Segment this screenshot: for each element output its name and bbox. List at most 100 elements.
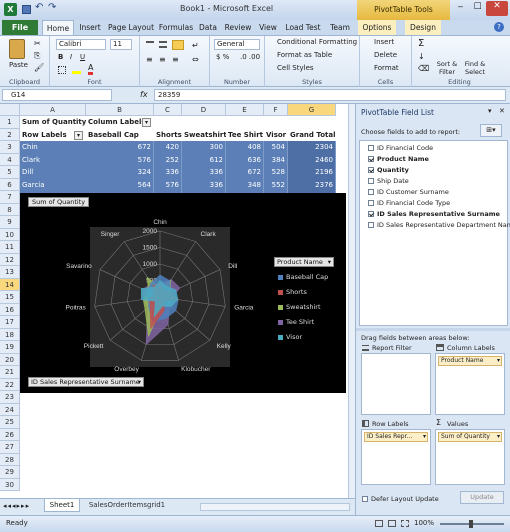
values-chip-dropdown-icon[interactable]: ▾	[497, 433, 500, 441]
row-header[interactable]: 25	[0, 416, 20, 429]
pivot-cell[interactable]: 552	[264, 178, 288, 191]
paste-icon[interactable]	[9, 39, 25, 59]
tab-view[interactable]: View	[255, 20, 281, 35]
row-header[interactable]: 24	[0, 403, 20, 416]
column-header-d[interactable]: D	[182, 104, 226, 116]
field-checkbox[interactable]	[368, 156, 374, 162]
save-icon[interactable]	[22, 5, 31, 14]
paste-button[interactable]: Paste	[9, 61, 28, 69]
row-header[interactable]: 27	[0, 441, 20, 454]
pivot-column-header[interactable]: Visor	[264, 129, 288, 142]
row-header[interactable]: 15	[0, 291, 20, 304]
align-middle-icon[interactable]	[159, 41, 167, 48]
horizontal-scrollbar[interactable]	[200, 503, 350, 511]
column-header-c[interactable]: C	[154, 104, 182, 116]
column-header-e[interactable]: E	[226, 104, 264, 116]
font-name-select[interactable]: Calibri	[56, 39, 106, 50]
row-header[interactable]: 6	[0, 178, 20, 191]
field-item[interactable]: ID Financial Code Type	[368, 199, 450, 207]
row-field-chip[interactable]: ID Sales Repr... ▾	[364, 432, 428, 442]
row-header[interactable]: 2	[0, 128, 20, 141]
select-all-corner[interactable]	[0, 104, 20, 116]
tab-review[interactable]: Review	[221, 20, 255, 35]
pivot-row-label[interactable]: Garcia	[20, 178, 86, 191]
pivot-cell[interactable]: 576	[154, 178, 182, 191]
field-checkbox[interactable]	[368, 145, 374, 151]
redo-icon[interactable]: ↷	[48, 2, 56, 13]
legend-dropdown-icon[interactable]: ▾	[328, 258, 331, 266]
chart-value-field-button[interactable]: Sum of Quantity	[28, 197, 90, 207]
tab-load-test[interactable]: Load Test	[283, 20, 323, 35]
pivot-cell[interactable]: 384	[264, 153, 288, 166]
fill-icon[interactable]: ↓	[418, 52, 425, 61]
pivot-cell[interactable]: 324	[86, 166, 154, 179]
pivot-cell[interactable]: 348	[226, 178, 264, 191]
field-checkbox[interactable]	[368, 189, 374, 195]
underline-button[interactable]: U	[80, 53, 85, 61]
axis-dropdown-icon[interactable]: ▾	[138, 378, 141, 386]
tab-nav-buttons[interactable]: ◂◂◂▸▸▸	[3, 502, 30, 510]
undo-icon[interactable]: ↶	[35, 2, 43, 13]
row-header[interactable]: 16	[0, 303, 20, 316]
field-item[interactable]: ID Sales Representative Department Name	[368, 221, 510, 229]
pivot-cell[interactable]: 336	[182, 166, 226, 179]
pivot-cell[interactable]: 252	[154, 153, 182, 166]
pivot-cell[interactable]: 612	[182, 153, 226, 166]
view-page-break-icon[interactable]	[401, 520, 409, 527]
minimize-button[interactable]: ‒	[452, 2, 469, 16]
decimal-buttons[interactable]: .0 .00	[240, 53, 260, 61]
cut-icon[interactable]: ✂	[34, 39, 41, 48]
row-header[interactable]: 29	[0, 466, 20, 479]
pivot-column-header[interactable]: Shorts	[154, 129, 182, 142]
row-header[interactable]: 14	[0, 278, 20, 291]
pivot-chart[interactable]: Sum of Quantity 200015001000500ChinClark…	[20, 193, 346, 393]
row-header[interactable]: 20	[0, 353, 20, 366]
panel-close-icon[interactable]: ✕	[499, 107, 505, 115]
pivot-cell[interactable]: 2304	[288, 141, 336, 154]
pivot-column-header[interactable]: Grand Total	[288, 129, 336, 142]
conditional-formatting-button[interactable]: Conditional Formatting	[277, 38, 357, 46]
column-labels-filter-icon[interactable]: ▾	[142, 118, 151, 127]
pivot-row-label[interactable]: Dill	[20, 166, 86, 179]
row-header[interactable]: 9	[0, 216, 20, 229]
row-header[interactable]: 4	[0, 153, 20, 166]
fx-icon[interactable]: fx	[140, 90, 148, 99]
pivot-cell[interactable]: 2376	[288, 178, 336, 191]
pivot-cell[interactable]: 564	[86, 178, 154, 191]
row-header[interactable]: 23	[0, 391, 20, 404]
number-format-select[interactable]: General	[214, 39, 260, 50]
pivot-cell[interactable]: 300	[182, 141, 226, 154]
pivot-value-label[interactable]: Sum of Quantity	[20, 116, 86, 129]
pivot-cell[interactable]: 2196	[288, 166, 336, 179]
row-header[interactable]: 11	[0, 241, 20, 254]
row-header[interactable]: 10	[0, 228, 20, 241]
tab-file[interactable]: File	[2, 20, 38, 35]
align-center-icon[interactable]: ≡	[159, 55, 166, 64]
borders-icon[interactable]	[58, 66, 66, 74]
row-header[interactable]: 21	[0, 366, 20, 379]
align-bottom-icon[interactable]	[172, 40, 184, 50]
tab-insert[interactable]: Insert	[75, 20, 105, 35]
row-header[interactable]: 18	[0, 328, 20, 341]
column-chip-dropdown-icon[interactable]: ▾	[497, 357, 500, 365]
format-painter-icon[interactable]: 🖌	[34, 63, 44, 72]
sheet-tab-sheet1[interactable]: Sheet1	[44, 499, 80, 512]
tab-design[interactable]: Design	[405, 20, 441, 35]
format-cells-button[interactable]: Format	[374, 64, 399, 72]
formula-input[interactable]: 28359	[154, 89, 506, 101]
clear-icon[interactable]: ⌫	[418, 64, 429, 73]
align-top-icon[interactable]	[146, 41, 154, 48]
pivot-column-header[interactable]: Sweatshirt	[182, 129, 226, 142]
insert-cells-button[interactable]: Insert	[374, 38, 394, 46]
axis-field-button[interactable]: ID Sales Representative Surname ▾	[28, 377, 144, 387]
row-header[interactable]: 12	[0, 253, 20, 266]
pivot-cell[interactable]: 336	[154, 166, 182, 179]
row-header[interactable]: 3	[0, 141, 20, 154]
close-button[interactable]: ✕	[486, 1, 508, 16]
zoom-thumb[interactable]	[469, 520, 473, 528]
row-header[interactable]: 17	[0, 316, 20, 329]
defer-checkbox-box[interactable]	[362, 495, 368, 502]
pivot-cell[interactable]: 408	[226, 141, 264, 154]
values-field-chip[interactable]: Sum of Quantity ▾	[438, 432, 502, 442]
pivot-cell[interactable]: 636	[226, 153, 264, 166]
